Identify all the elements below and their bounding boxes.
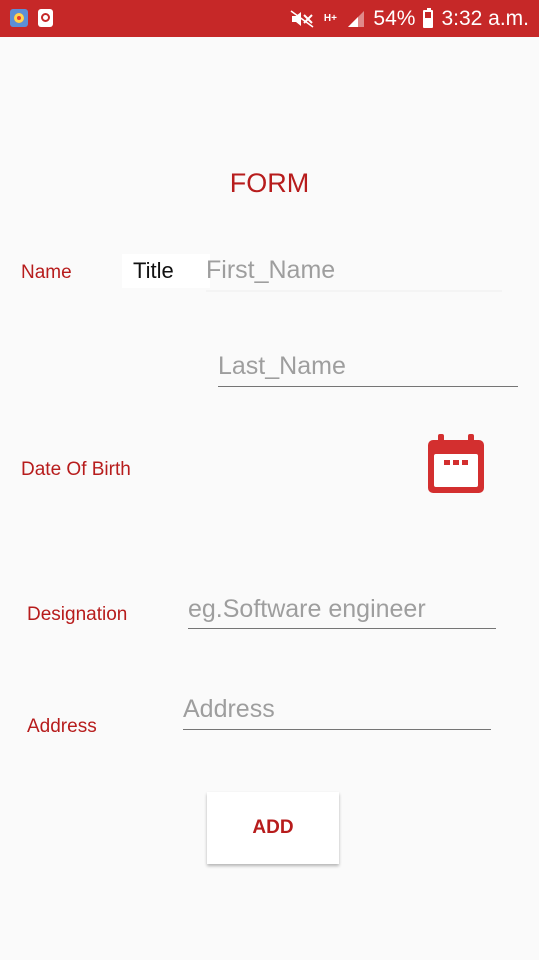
battery-percent: 54%	[373, 6, 416, 30]
battery-icon	[423, 7, 434, 28]
designation-input[interactable]	[188, 590, 496, 629]
name-label: Name	[21, 262, 72, 283]
recycle-notification-icon	[38, 9, 53, 27]
designation-label: Designation	[27, 604, 128, 625]
signal-icon	[345, 10, 365, 28]
dob-label: Date Of Birth	[21, 459, 131, 480]
title-spinner[interactable]: Title	[122, 254, 210, 288]
status-bar: H+ 54% 3:32 a.m.	[0, 0, 539, 37]
last-name-input[interactable]	[218, 346, 518, 387]
form-title: FORM	[229, 168, 310, 198]
mute-icon	[289, 9, 315, 29]
calendar-icon[interactable]	[424, 432, 488, 496]
add-button[interactable]: ADD	[207, 792, 339, 864]
address-label: Address	[27, 716, 97, 737]
address-input[interactable]	[183, 690, 491, 730]
network-type-indicator: H+	[323, 13, 337, 24]
form-screen: H+ 54% 3:32 a.m. FORM Name Title Date Of…	[0, 0, 539, 960]
status-time: 3:32 a.m.	[441, 6, 529, 30]
app-notification-icon	[10, 9, 28, 27]
status-bar-right: H+ 54% 3:32 a.m.	[289, 0, 529, 37]
first-name-input[interactable]	[206, 250, 502, 292]
